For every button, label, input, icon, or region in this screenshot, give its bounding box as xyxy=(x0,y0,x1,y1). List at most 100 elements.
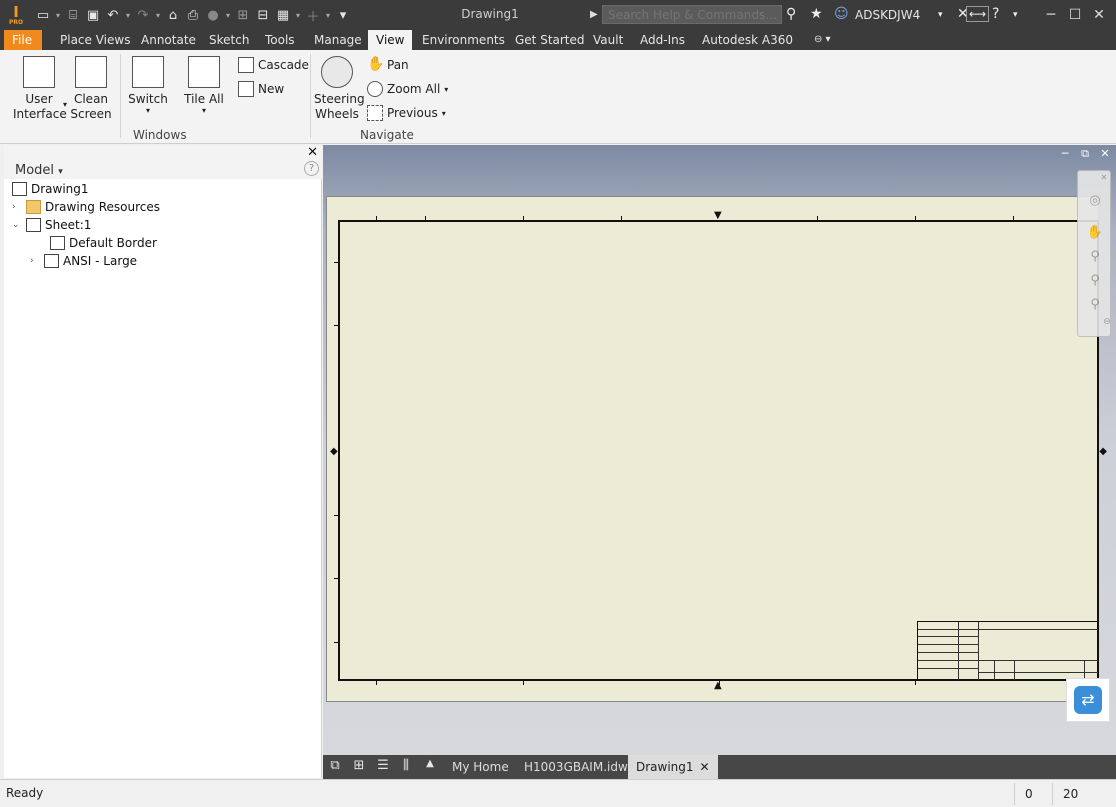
customize-caret-icon[interactable]: ▾ xyxy=(334,6,352,24)
zoom-all-caret-icon: ▾ xyxy=(444,84,449,94)
new-window-button[interactable]: New xyxy=(238,79,284,99)
tree-item-ansi-large[interactable]: › ANSI - Large xyxy=(30,252,137,270)
maximize-icon[interactable]: ☐ xyxy=(1064,4,1086,26)
zone-tick xyxy=(817,216,818,220)
clean-screen-button[interactable]: Clean Screen xyxy=(70,56,112,122)
favorites-star-icon[interactable]: ★ xyxy=(810,6,823,22)
user-menu-caret-icon[interactable]: ▾ xyxy=(938,10,943,20)
close-tab-icon[interactable]: ✕ xyxy=(700,760,710,774)
new-file-icon[interactable]: ▭ xyxy=(34,6,52,24)
navbar-close-icon[interactable]: ✕ xyxy=(1100,173,1108,191)
document-title: Drawing1 xyxy=(461,7,519,21)
add-caret-icon[interactable]: ▾ xyxy=(324,11,332,20)
tile-all-button[interactable]: Tile All ▾ xyxy=(182,56,226,115)
title-block-line xyxy=(994,660,995,680)
title-block-line xyxy=(918,636,978,637)
navbar-zoom-icon[interactable]: ⚲ xyxy=(1086,249,1104,267)
edit-icon[interactable]: ⊟ xyxy=(254,6,272,24)
doc-tab-h1003gbaim[interactable]: H1003GBAIM.idw xyxy=(516,755,636,779)
tab-file[interactable]: File xyxy=(4,30,42,50)
collapse-icon[interactable]: ⌄ xyxy=(12,220,22,230)
help-icon[interactable]: ? xyxy=(992,6,999,22)
resize-arrows-icon[interactable]: ⟷ xyxy=(966,6,990,22)
add-icon[interactable]: ＋ xyxy=(304,6,322,25)
app-logo-icon[interactable]: I PRO xyxy=(6,4,26,26)
share-view-button[interactable]: ⇄ xyxy=(1066,678,1110,722)
user-interface-caret-icon[interactable]: ▾ xyxy=(63,100,67,109)
tab-get-started[interactable]: Get Started xyxy=(507,30,593,50)
expand-icon[interactable]: › xyxy=(12,202,22,212)
tile-tabs-icon[interactable]: ⊞ xyxy=(349,758,369,776)
tab-annotate[interactable]: Annotate xyxy=(133,30,204,50)
user-interface-button[interactable]: User Interface xyxy=(10,56,68,122)
tab-add-ins[interactable]: Add-Ins xyxy=(632,30,693,50)
tab-place-views[interactable]: Place Views xyxy=(52,30,138,50)
zone-tick xyxy=(523,216,524,220)
tree-item-default-border[interactable]: Default Border xyxy=(50,234,157,252)
satellite-icon[interactable]: ⚲ xyxy=(786,6,796,22)
tile-vertical-icon[interactable]: ⫼ xyxy=(396,758,416,776)
search-expand-icon[interactable]: ▶ xyxy=(590,9,598,20)
tab-vault[interactable]: Vault xyxy=(585,30,631,50)
ribbon-options-icon[interactable]: ⊖ ▾ xyxy=(806,30,839,50)
material-icon[interactable]: ● xyxy=(204,6,222,24)
redo-caret-icon[interactable]: ▾ xyxy=(154,11,162,20)
help-caret-icon[interactable]: ▾ xyxy=(1013,10,1018,20)
appearance-icon[interactable]: ▦ xyxy=(274,6,292,24)
pan-button[interactable]: ✋ Pan xyxy=(367,55,409,75)
tab-sketch[interactable]: Sketch xyxy=(201,30,257,50)
new-file-caret-icon[interactable]: ▾ xyxy=(54,11,62,20)
view-cube-2d-icon[interactable]: ◎ xyxy=(1086,193,1104,211)
navbar-zoom-window-icon[interactable]: ⚲ xyxy=(1086,297,1104,315)
tab-tools[interactable]: Tools xyxy=(257,30,303,50)
tree-item-drawing1[interactable]: Drawing1 xyxy=(12,180,89,198)
expand-icon[interactable]: › xyxy=(30,256,40,266)
zoom-all-button[interactable]: Zoom All ▾ xyxy=(367,79,448,99)
print-icon[interactable]: ⎙ xyxy=(184,6,202,24)
close-icon[interactable]: ✕ xyxy=(1088,4,1110,26)
drawing-sheet[interactable]: ▼ ▲ ◆ ◆ xyxy=(326,196,1107,702)
cascade-button[interactable]: Cascade xyxy=(238,55,309,75)
drawing-border: ▼ ▲ ◆ ◆ xyxy=(330,210,1107,691)
save-icon[interactable]: ▣ xyxy=(84,6,102,24)
open-folder-icon[interactable]: ⌸ xyxy=(64,6,82,24)
tree-item-drawing-resources[interactable]: › Drawing Resources xyxy=(12,198,160,216)
tile-horizontal-icon[interactable]: ☰ xyxy=(373,758,393,776)
material-caret-icon[interactable]: ▾ xyxy=(224,11,232,20)
minimize-icon[interactable]: ─ xyxy=(1040,4,1062,26)
measure-icon[interactable]: ⊞ xyxy=(234,6,252,24)
previous-view-button[interactable]: Previous ▾ xyxy=(367,103,446,123)
help-search-input[interactable] xyxy=(602,5,782,24)
title-block[interactable] xyxy=(917,621,1098,680)
appearance-caret-icon[interactable]: ▾ xyxy=(294,11,302,20)
graphics-window[interactable]: ─ ⧉ ✕ ▼ ▲ ◆ ◆ ✕ ◎ ✋ ⚲ ⚲ ⚲ ⊖ ⇄ xyxy=(323,145,1116,755)
view-minimize-icon[interactable]: ─ xyxy=(1057,147,1073,160)
browser-help-icon[interactable]: ? xyxy=(304,161,319,176)
switch-button[interactable]: Switch ▾ xyxy=(126,56,170,115)
browser-title[interactable]: Model ▾ xyxy=(15,163,63,178)
steering-wheels-button[interactable]: Steering Wheels xyxy=(314,56,365,122)
tab-view[interactable]: View xyxy=(368,30,413,50)
navbar-pan-icon[interactable]: ✋ xyxy=(1086,225,1104,243)
tab-list-icon[interactable]: ▲ xyxy=(420,758,440,776)
user-icon[interactable]: ☺ xyxy=(834,6,849,22)
navbar-customize-icon[interactable]: ⊖ xyxy=(1098,317,1116,335)
tab-autodesk-a360[interactable]: Autodesk A360 xyxy=(694,30,801,50)
undo-icon[interactable]: ↶ xyxy=(104,6,122,24)
browser-close-icon[interactable]: ✕ xyxy=(307,145,318,160)
user-name[interactable]: ADSKDJW4 xyxy=(855,8,920,22)
center-arrow-bottom-icon: ▲ xyxy=(714,680,722,691)
navbar-zoom-all-icon[interactable]: ⚲ xyxy=(1086,273,1104,291)
tab-environments[interactable]: Environments xyxy=(414,30,513,50)
doc-tab-my-home[interactable]: My Home xyxy=(444,755,517,779)
cascade-tabs-icon[interactable]: ⧉ xyxy=(325,758,345,776)
title-block-line xyxy=(958,622,959,680)
tab-manage[interactable]: Manage xyxy=(306,30,370,50)
doc-tab-drawing1[interactable]: Drawing1 ✕ xyxy=(628,755,718,779)
tree-item-sheet[interactable]: ⌄ Sheet:1 xyxy=(12,216,91,234)
view-close-icon[interactable]: ✕ xyxy=(1097,147,1113,160)
view-restore-icon[interactable]: ⧉ xyxy=(1077,147,1093,161)
redo-icon[interactable]: ↷ xyxy=(134,6,152,24)
home-icon[interactable]: ⌂ xyxy=(164,6,182,24)
undo-caret-icon[interactable]: ▾ xyxy=(124,11,132,20)
